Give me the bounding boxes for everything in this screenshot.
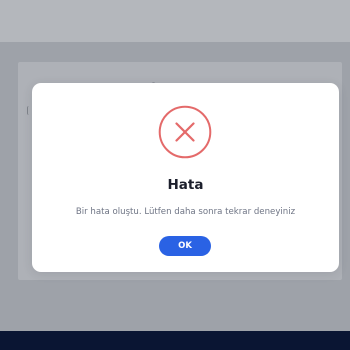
error-x-circle-icon: [158, 105, 212, 159]
ok-button[interactable]: OK: [159, 236, 211, 256]
dialog-title: Hata: [167, 177, 204, 193]
modal-overlay: Hata Bir hata oluştu. Lütfen daha sonra …: [0, 0, 350, 350]
error-dialog: Hata Bir hata oluştu. Lütfen daha sonra …: [32, 83, 339, 272]
dialog-message: Bir hata oluştu. Lütfen daha sonra tekra…: [75, 207, 296, 217]
